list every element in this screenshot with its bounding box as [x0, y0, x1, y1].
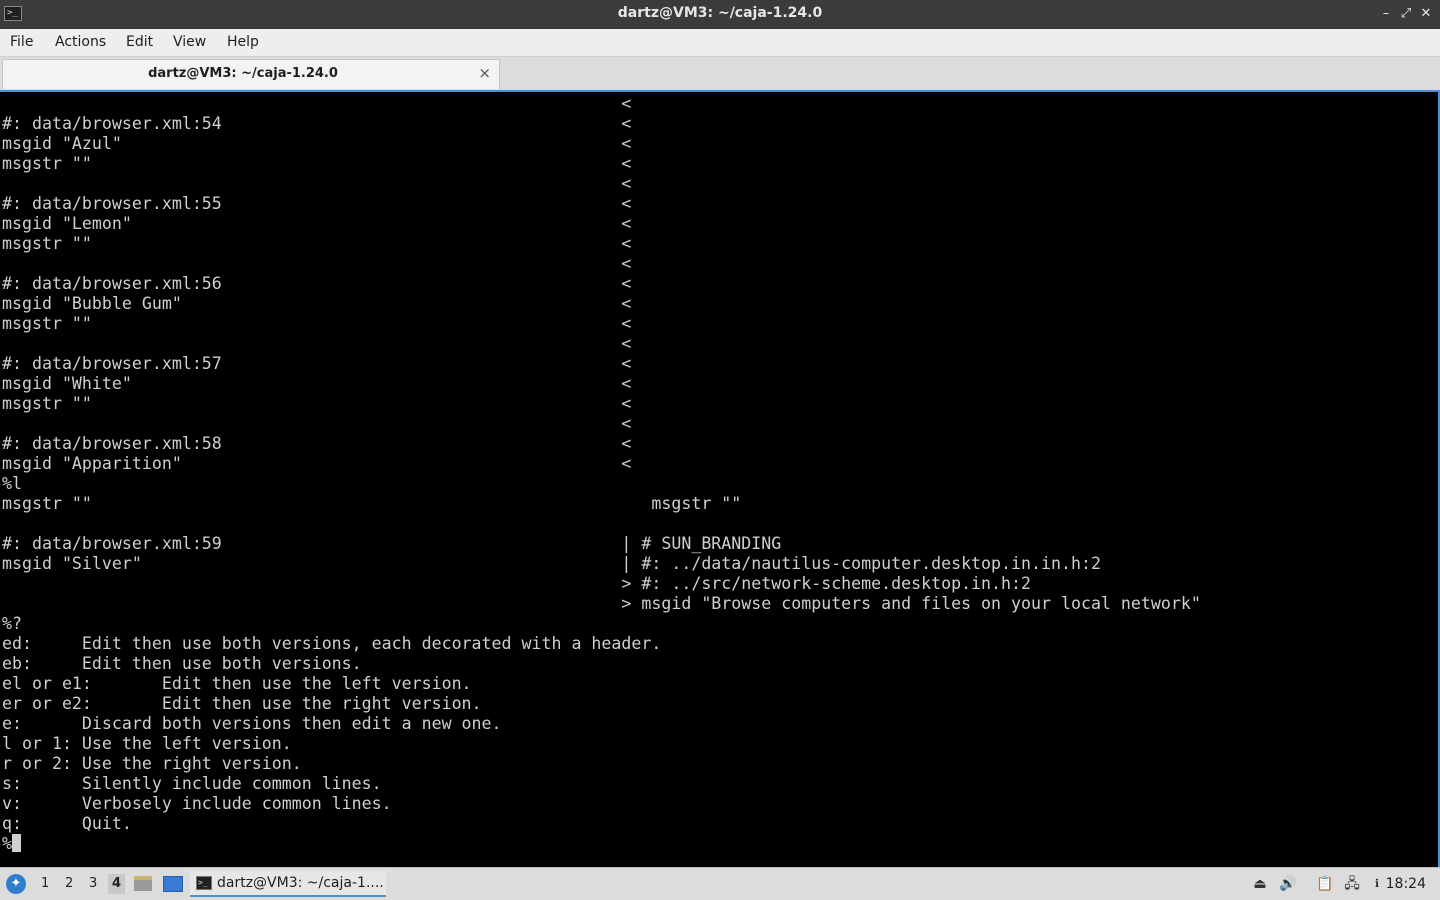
- terminal-icon: >_: [196, 876, 212, 890]
- workspace-2[interactable]: 2: [65, 876, 73, 891]
- notification-icon[interactable]: ℹ: [1368, 875, 1386, 893]
- lubuntu-logo-icon[interactable]: ✦: [6, 874, 26, 894]
- tab-bar: dartz@VM3: ~/caja-1.24.0 ×: [0, 57, 1440, 90]
- workspace-1[interactable]: 1: [41, 876, 49, 891]
- menu-actions[interactable]: Actions: [55, 34, 106, 50]
- task-label: dartz@VM3: ~/caja-1....: [217, 875, 384, 891]
- terminal-view[interactable]: < #: data/browser.xml:54 < msgid "Azul" …: [0, 90, 1440, 867]
- window-title: dartz@VM3: ~/caja-1.24.0: [617, 5, 823, 21]
- tab-close-icon[interactable]: ×: [478, 64, 491, 82]
- workspace-4[interactable]: 4: [108, 874, 126, 894]
- menu-bar: File Actions Edit View Help: [0, 29, 1440, 57]
- close-button[interactable]: ✕: [1418, 6, 1434, 22]
- menu-help[interactable]: Help: [227, 34, 259, 50]
- file-manager-icon[interactable]: [134, 876, 152, 891]
- terminal-tab[interactable]: dartz@VM3: ~/caja-1.24.0 ×: [2, 59, 500, 89]
- menu-file[interactable]: File: [10, 34, 33, 50]
- tab-label: dartz@VM3: ~/caja-1.24.0: [148, 66, 338, 81]
- terminal-cursor: [12, 834, 21, 852]
- volume-icon[interactable]: 🔊: [1279, 875, 1297, 893]
- clipboard-icon[interactable]: 📋: [1316, 875, 1334, 893]
- menu-view[interactable]: View: [173, 34, 206, 50]
- network-icon[interactable]: 🖧: [1343, 875, 1361, 893]
- menu-edit[interactable]: Edit: [126, 34, 153, 50]
- window-titlebar[interactable]: >_ dartz@VM3: ~/caja-1.24.0 – ⤢ ✕: [0, 0, 1440, 29]
- show-desktop-icon[interactable]: [163, 876, 183, 892]
- workspace-3[interactable]: 3: [89, 876, 97, 891]
- terminal-output: < #: data/browser.xml:54 < msgid "Azul" …: [2, 94, 1201, 853]
- maximize-button[interactable]: ⤢: [1398, 6, 1414, 22]
- taskbar: ✦ 1 2 3 4 >_ dartz@VM3: ~/caja-1.... ⏏ 🔊…: [0, 867, 1440, 900]
- clock[interactable]: 18:24: [1386, 876, 1426, 892]
- eject-icon[interactable]: ⏏: [1251, 875, 1269, 893]
- task-button-terminal[interactable]: >_ dartz@VM3: ~/caja-1....: [190, 871, 386, 897]
- minimize-button[interactable]: –: [1378, 6, 1394, 22]
